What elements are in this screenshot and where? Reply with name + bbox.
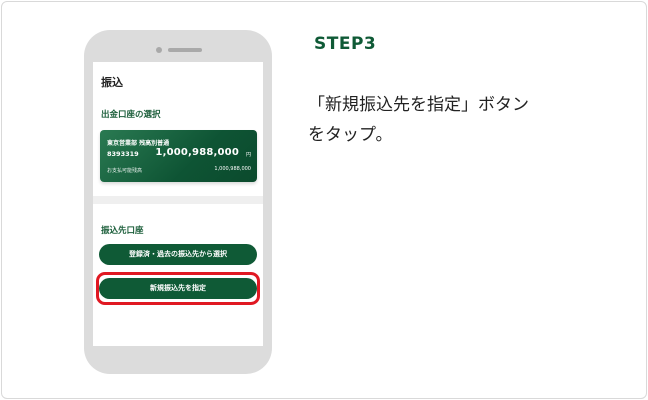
available-balance-value: 1,000,988,000 (214, 166, 251, 172)
instruction-line-1: 「新規振込先を指定」ボタン (308, 95, 529, 115)
instruction-line-2: をタップ。 (308, 125, 393, 145)
instruction-text: 「新規振込先を指定」ボタン をタップ。 (308, 90, 608, 150)
destination-account-label: 振込先口座 (101, 226, 144, 236)
account-branch: 東京営業部 残高別普通 (107, 140, 170, 147)
source-account-label: 出金口座の選択 (101, 110, 161, 120)
camera-icon (156, 47, 162, 53)
account-number: 8393319 (107, 150, 139, 158)
new-destination-wrapper: 新規振込先を指定 (96, 272, 260, 305)
step-title: STEP3 (314, 34, 377, 54)
phone-screen: 振込 出金口座の選択 東京営業部 残高別普通 8393319 1,000,988… (93, 62, 263, 346)
currency-label: 円 (245, 152, 251, 158)
new-destination-button[interactable]: 新規振込先を指定 (99, 278, 257, 299)
account-card[interactable]: 東京営業部 残高別普通 8393319 1,000,988,000 円 お支払可… (100, 130, 257, 182)
section-divider (93, 196, 263, 204)
available-balance-label: お支払可能残高 (107, 168, 143, 174)
tutorial-panel: 振込 出金口座の選択 東京営業部 残高別普通 8393319 1,000,988… (1, 1, 647, 399)
speaker-icon (168, 48, 202, 52)
screen-title: 振込 (101, 76, 123, 89)
phone-mockup: 振込 出金口座の選択 東京営業部 残高別普通 8393319 1,000,988… (84, 30, 272, 374)
account-balance: 1,000,988,000 (155, 147, 239, 158)
select-registered-destination-button[interactable]: 登録済・過去の振込先から選択 (99, 244, 257, 265)
